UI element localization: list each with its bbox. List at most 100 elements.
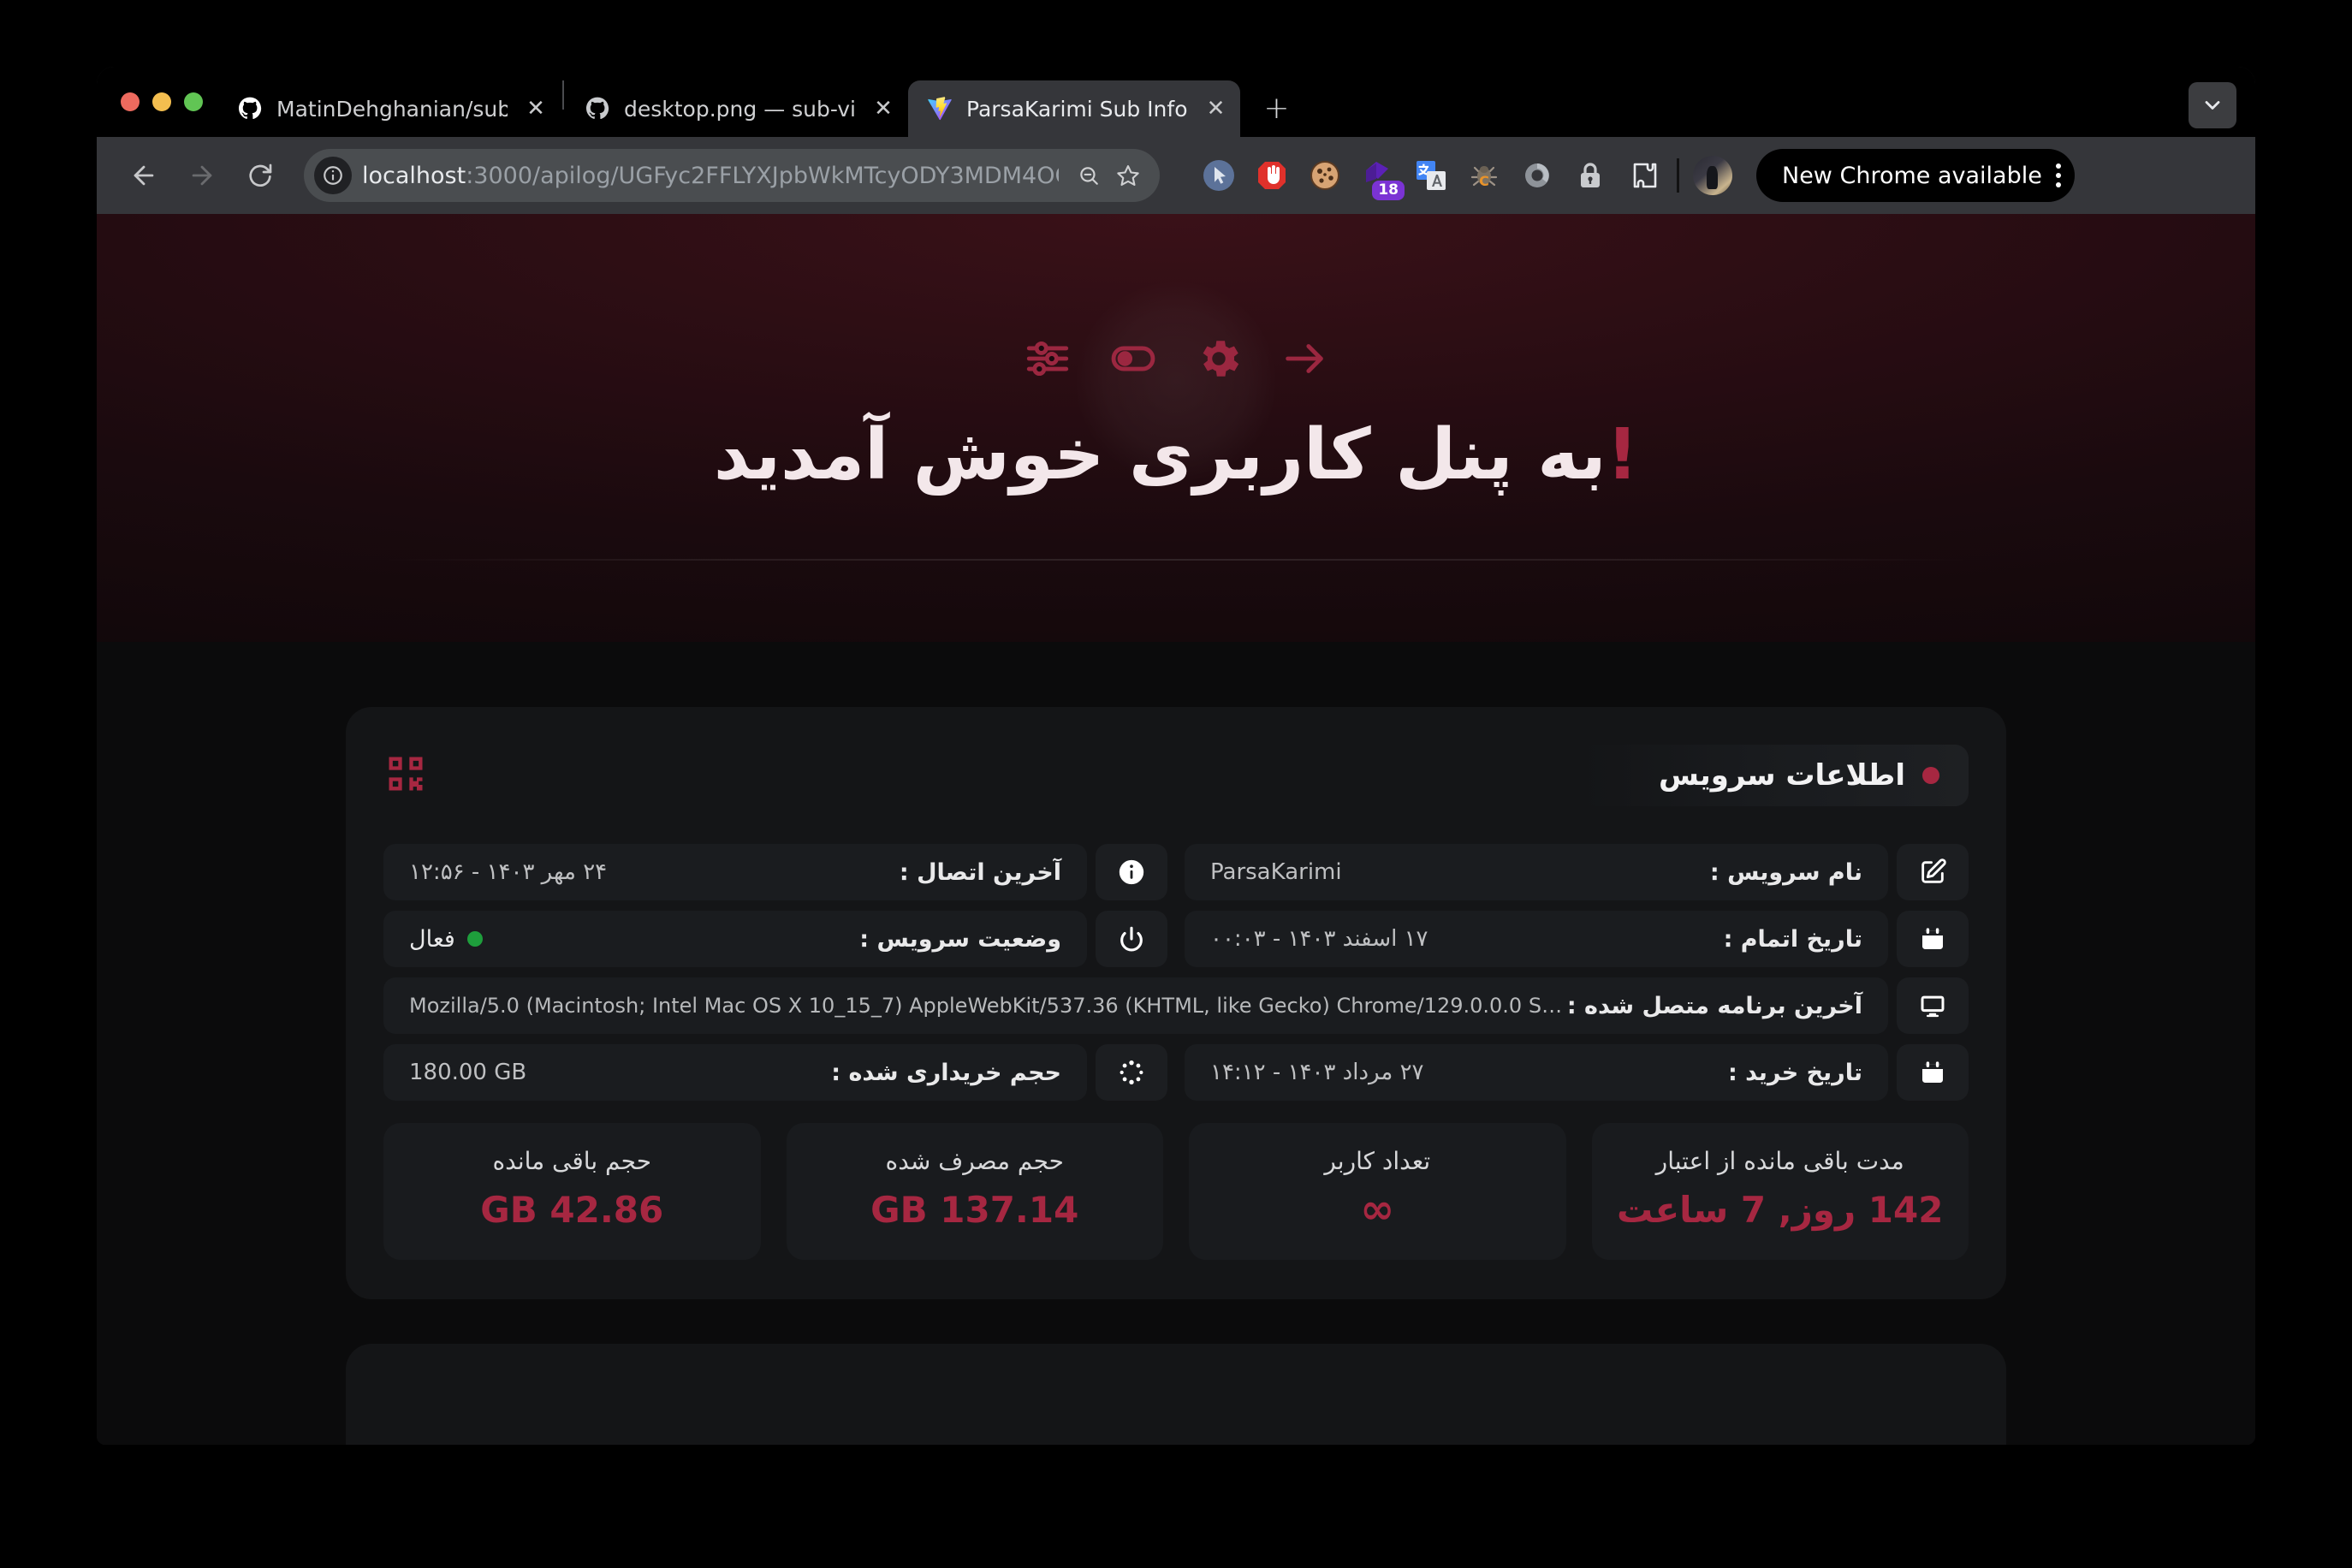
row-value: ۲۷ مرداد ۱۴۰۳ - ۱۴:۱۲ xyxy=(1210,1060,1424,1085)
stat-label: مدت باقی مانده از اعتبار xyxy=(1655,1147,1904,1175)
site-info-icon[interactable] xyxy=(314,157,352,194)
stat-label: حجم مصرف شده xyxy=(885,1147,1064,1175)
back-button[interactable] xyxy=(117,149,170,202)
stat-value: ∞ xyxy=(1360,1185,1395,1233)
url-host: localhost xyxy=(362,162,466,189)
power-icon[interactable] xyxy=(1096,911,1167,967)
info-row-pair: نام سرویس : ParsaKarimi آخرین اتصال : ۲۴… xyxy=(383,844,1969,900)
stat-value: 137.14 GB xyxy=(870,1189,1079,1231)
card-title-pill: اطلاعات سرویس xyxy=(1581,745,1969,806)
card-title: اطلاعات سرویس xyxy=(1658,758,1905,793)
zoom-out-icon[interactable] xyxy=(1069,156,1108,195)
address-bar[interactable]: localhost:3000/apilog/UGFyc2FFLYXJpbWkMT… xyxy=(304,149,1160,202)
row-body: آخرین برنامه متصل شده : Mozilla/5.0 (Mac… xyxy=(383,977,1888,1034)
info-row-pair: تاریخ اتمام : ۱۷ اسفند ۱۴۰۳ - ۰۰:۰۳ وضعی… xyxy=(383,911,1969,967)
row-body: وضعیت سرویس : فعال xyxy=(383,911,1087,967)
new-tab-button[interactable]: + xyxy=(1252,84,1300,132)
row-value: ParsaKarimi xyxy=(1210,859,1342,885)
row-body: حجم خریداری شده : 180.00 GB xyxy=(383,1044,1087,1101)
profile-avatar[interactable] xyxy=(1693,156,1732,195)
hero-icon-row xyxy=(97,214,2255,383)
next-card-partial xyxy=(346,1344,2006,1445)
toolbar-separator xyxy=(1677,158,1679,193)
card-header: اطلاعات سرویس xyxy=(383,745,1969,806)
purple-badge-extension-icon[interactable]: 18 xyxy=(1358,156,1405,200)
qr-code-icon[interactable] xyxy=(383,751,428,799)
hero-divider xyxy=(380,559,1972,561)
row-body: آخرین اتصال : ۲۴ مهر ۱۴۰۳ - ۱۲:۵۶ xyxy=(383,844,1087,900)
bug-console-icon[interactable]: C xyxy=(1464,156,1504,195)
row-label: حجم خریداری شده : xyxy=(831,1059,1061,1086)
adblock-stop-hand-icon[interactable] xyxy=(1252,156,1292,195)
bookmark-star-icon[interactable] xyxy=(1108,156,1148,195)
chevron-down-icon[interactable] xyxy=(2189,82,2236,128)
row-label: آخرین برنامه متصل شده : xyxy=(1566,992,1862,1019)
row-body: نام سرویس : ParsaKarimi xyxy=(1185,844,1888,900)
row-label: وضعیت سرویس : xyxy=(859,925,1061,953)
tab-strip: MatinDehghanian/sub-vite ✕ desktop.png —… xyxy=(97,67,2255,137)
ring-extension-icon[interactable] xyxy=(1518,156,1557,195)
row-value: 180.00 GB xyxy=(409,1060,527,1085)
chrome-update-button[interactable]: New Chrome available xyxy=(1756,149,2075,202)
calendar-icon[interactable] xyxy=(1897,1044,1969,1101)
maximize-window-button[interactable] xyxy=(184,92,203,111)
stat-boxes: مدت باقی مانده از اعتبار 142 روز, 7 ساعت… xyxy=(383,1123,1969,1260)
stat-value: 42.86 GB xyxy=(480,1189,664,1231)
stat-label: حجم باقی مانده xyxy=(492,1147,652,1175)
row-label: تاریخ اتمام : xyxy=(1723,925,1862,953)
row-label: تاریخ خرید : xyxy=(1727,1059,1862,1086)
row-purchased-volume: حجم خریداری شده : 180.00 GB xyxy=(383,1044,1167,1101)
status-badge-dot xyxy=(1922,767,1939,784)
stat-user-count: تعداد کاربر ∞ xyxy=(1189,1123,1566,1260)
monitor-icon[interactable] xyxy=(1897,977,1969,1034)
forward-button[interactable] xyxy=(175,149,229,202)
hero-section: !به پنل کاربری خوش آمدید xyxy=(97,214,2255,642)
close-window-button[interactable] xyxy=(121,92,140,111)
tab-strip-right xyxy=(2189,82,2255,137)
cookie-editor-icon[interactable] xyxy=(1305,156,1345,195)
stat-remaining-validity: مدت باقی مانده از اعتبار 142 روز, 7 ساعت xyxy=(1591,1123,1969,1260)
url-text[interactable]: localhost:3000/apilog/UGFyc2FFLYXJpbWkMT… xyxy=(362,163,1059,189)
row-label: نام سرویس : xyxy=(1709,858,1862,886)
tab-desktop-png[interactable]: desktop.png — sub-vite [Cod ✕ xyxy=(566,80,908,137)
info-circle-icon[interactable] xyxy=(1096,844,1167,900)
row-value: Mozilla/5.0 (Macintosh; Intel Mac OS X 1… xyxy=(409,994,1567,1018)
minimize-window-button[interactable] xyxy=(152,92,171,111)
spinner-dots-icon[interactable] xyxy=(1096,1044,1167,1101)
page-title: !به پنل کاربری خوش آمدید xyxy=(97,414,2255,496)
service-info-card: اطلاعات سرویس نام سرویس: ParsaKarimi آخ… xyxy=(346,707,2006,1299)
extension-badge-count: 18 xyxy=(1372,181,1405,200)
browser-menu-icon[interactable] xyxy=(2055,163,2061,187)
cursor-pointer-extension-icon[interactable] xyxy=(1199,156,1238,195)
row-purchase-date: تاریخ خرید : ۲۷ مرداد ۱۴۰۳ - ۱۴:۱۲ xyxy=(1185,1044,1969,1101)
tab-close-button[interactable]: ✕ xyxy=(870,96,896,122)
tab-matindehghanian-sub-vite[interactable]: MatinDehghanian/sub-vite ✕ xyxy=(218,80,561,137)
github-icon xyxy=(585,96,610,122)
row-last-connection: آخرین اتصال : ۲۴ مهر ۱۴۰۳ - ۱۲:۵۶ xyxy=(383,844,1167,900)
password-lock-icon[interactable] xyxy=(1571,156,1610,195)
stat-label: تعداد کاربر xyxy=(1324,1147,1431,1175)
google-translate-icon[interactable] xyxy=(1411,156,1451,195)
row-service-status: وضعیت سرویس : فعال xyxy=(383,911,1167,967)
page-title-exclamation: ! xyxy=(1606,414,1639,496)
row-expiry-date: تاریخ اتمام : ۱۷ اسفند ۱۴۰۳ - ۰۰:۰۳ xyxy=(1185,911,1969,967)
extensions-puzzle-icon[interactable] xyxy=(1624,156,1663,195)
github-icon xyxy=(237,96,263,122)
status-indicator-dot xyxy=(466,931,483,947)
page-viewport: !به پنل کاربری خوش آمدید اطلاعات سرویس ن… xyxy=(97,214,2255,1445)
row-last-connected-app: آخرین برنامه متصل شده : Mozilla/5.0 (Mac… xyxy=(383,977,1969,1034)
tab-close-button[interactable]: ✕ xyxy=(1203,96,1228,122)
tab-parsakarimi-sub-info[interactable]: ParsaKarimi Sub Info ✕ xyxy=(908,80,1241,137)
edit-pencil-icon[interactable] xyxy=(1897,844,1969,900)
row-value: ۲۴ مهر ۱۴۰۳ - ۱۲:۵۶ xyxy=(409,859,608,885)
tab-close-button[interactable]: ✕ xyxy=(523,96,549,122)
stat-used-volume: حجم مصرف شده 137.14 GB xyxy=(786,1123,1163,1260)
info-row-pair: آخرین برنامه متصل شده : Mozilla/5.0 (Mac… xyxy=(383,977,1969,1034)
tab-title: MatinDehghanian/sub-vite xyxy=(276,96,508,122)
status-text: فعال xyxy=(409,925,455,953)
reload-button[interactable] xyxy=(234,149,287,202)
info-rows: نام سرویس : ParsaKarimi آخرین اتصال : ۲۴… xyxy=(383,844,1969,1101)
extensions-area: 18 C xyxy=(1199,156,1663,200)
tab-separator xyxy=(562,80,564,110)
calendar-icon[interactable] xyxy=(1897,911,1969,967)
